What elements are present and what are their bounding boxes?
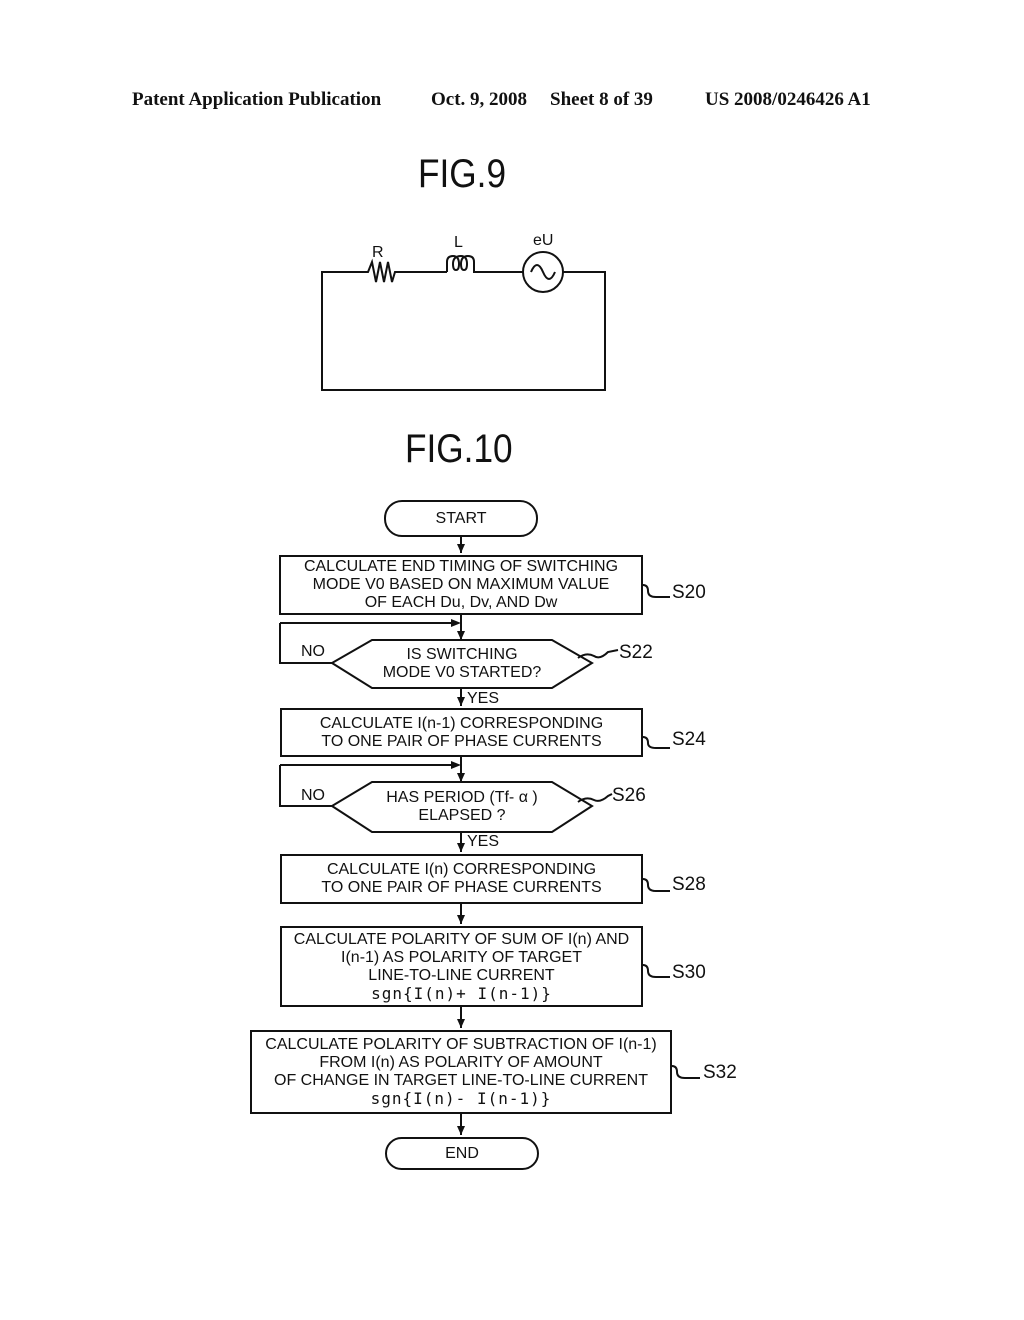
decision-s22-text: IS SWITCHING MODE V0 STARTED? xyxy=(332,646,592,682)
s32-formula: sgn{I(n)- I(n-1)} xyxy=(370,1089,552,1108)
s30-line-3: LINE-TO-LINE CURRENT xyxy=(368,966,555,984)
s20-line-3: OF EACH Du, Dv, AND Dw xyxy=(364,594,558,611)
circuit-wire-left xyxy=(321,271,606,391)
step-label-s24: S24 xyxy=(672,729,706,750)
step-s20-box: CALCULATE END TIMING OF SWITCHING MODE V… xyxy=(279,555,643,615)
step-label-s30: S30 xyxy=(672,962,706,983)
step-s30-box: CALCULATE POLARITY OF SUM OF I(n) AND I(… xyxy=(280,926,643,1007)
s26-line-2: ELAPSED ? xyxy=(418,807,506,824)
s32-line-2: FROM I(n) AS POLARITY OF AMOUNT xyxy=(319,1054,603,1071)
start-terminal: START xyxy=(384,500,538,537)
step-label-s28: S28 xyxy=(672,874,706,895)
s32-line-1: CALCULATE POLARITY OF SUBTRACTION OF I(n… xyxy=(265,1036,657,1053)
step-label-s26: S26 xyxy=(612,785,646,806)
s28-line-1: CALCULATE I(n) CORRESPONDING xyxy=(326,861,597,878)
source-label: eU xyxy=(533,232,554,249)
s24-line-1: CALCULATE I(n-1) CORRESPONDING xyxy=(319,714,604,732)
fig10-title: FIG.10 xyxy=(405,427,513,471)
s22-line-2: MODE V0 STARTED? xyxy=(382,664,542,681)
s22-yes-label: YES xyxy=(467,690,500,707)
resistor-symbol xyxy=(364,258,447,283)
s30-line-1: CALCULATE POLARITY OF SUM OF I(n) AND xyxy=(293,930,630,948)
circuit-diagram xyxy=(321,251,606,391)
step-s24-box: CALCULATE I(n-1) CORRESPONDING TO ONE PA… xyxy=(280,708,643,757)
s26-yes-label: YES xyxy=(467,833,500,850)
ac-wave-icon xyxy=(530,264,556,280)
step-label-s22: S22 xyxy=(619,642,653,663)
s30-line-2: I(n-1) AS POLARITY OF TARGET xyxy=(341,948,582,966)
s26-no-label: NO xyxy=(301,787,325,804)
s20-line-2: MODE V0 BASED ON MAXIMUM VALUE xyxy=(312,576,610,593)
step-label-s20: S20 xyxy=(672,582,706,603)
s20-line-1: CALCULATE END TIMING OF SWITCHING xyxy=(303,558,619,575)
start-label: START xyxy=(435,509,487,527)
step-label-s32: S32 xyxy=(703,1062,737,1083)
inductor-symbol xyxy=(446,254,523,273)
s32-line-3: OF CHANGE IN TARGET LINE-TO-LINE CURRENT xyxy=(274,1072,648,1089)
s24-line-2: TO ONE PAIR OF PHASE CURRENTS xyxy=(321,732,602,750)
s30-formula: sgn{I(n)+ I(n-1)} xyxy=(371,983,552,1003)
s26-line-1: HAS PERIOD (Tf- α ) xyxy=(386,789,538,806)
s22-line-1: IS SWITCHING xyxy=(406,646,518,663)
resistor-label: R xyxy=(372,244,384,261)
end-terminal: END xyxy=(385,1137,539,1170)
step-s32-box: CALCULATE POLARITY OF SUBTRACTION OF I(n… xyxy=(250,1030,672,1114)
step-s28-box: CALCULATE I(n) CORRESPONDING TO ONE PAIR… xyxy=(280,854,643,904)
s22-no-label: NO xyxy=(301,643,325,660)
inductor-label: L xyxy=(454,234,463,251)
end-label: END xyxy=(445,1144,479,1162)
decision-s26-text: HAS PERIOD (Tf- α ) ELAPSED ? xyxy=(332,789,592,825)
s28-line-2: TO ONE PAIR OF PHASE CURRENTS xyxy=(321,879,602,896)
